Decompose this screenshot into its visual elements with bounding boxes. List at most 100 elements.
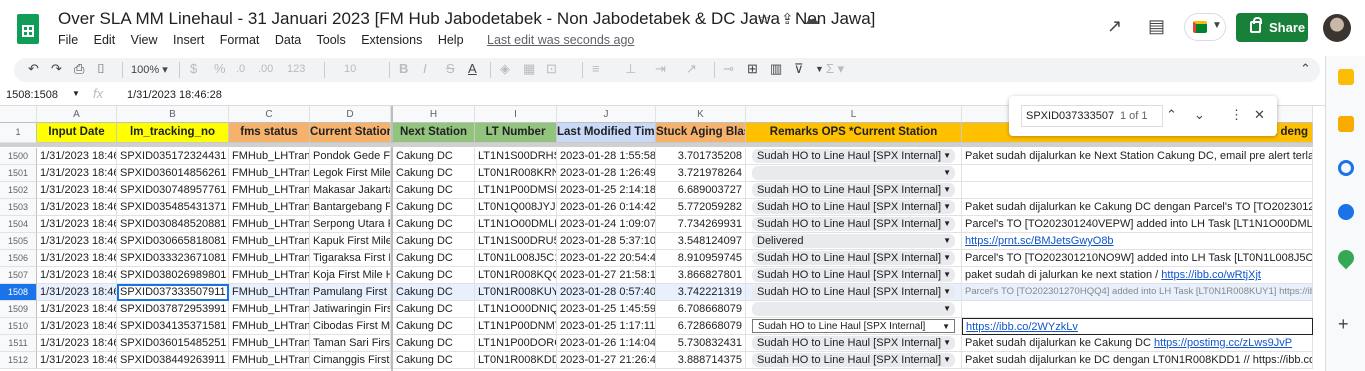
cell[interactable]: FMHub_LHTrans [229, 284, 310, 301]
cell[interactable]: 5.772059282 [656, 199, 746, 216]
cell[interactable]: Makasar Jakarta [310, 182, 391, 199]
cell[interactable]: LT0N1R008KRN [475, 165, 557, 182]
cell[interactable]: 1/31/2023 18:46 [37, 335, 117, 352]
cell[interactable]: 1/31/2023 18:46 [37, 301, 117, 318]
cell[interactable]: Cakung DC [393, 301, 475, 318]
row-header[interactable]: 1507 [0, 267, 37, 284]
font-size-select[interactable]: 10 [344, 63, 356, 75]
move-icon[interactable]: ⇪ [781, 10, 794, 28]
notes-text[interactable]: https://ibb.co/2WYzkLv [966, 321, 1078, 333]
print-icon[interactable]: ⎙ [74, 61, 84, 77]
menu-edit[interactable]: Edit [94, 33, 116, 47]
status-chip[interactable]: Delivered ▼ [752, 234, 955, 248]
cell[interactable]: 1/31/2023 18:46 [37, 165, 117, 182]
header-cell[interactable]: Next Station [393, 123, 475, 143]
cell[interactable]: FMHub_LHTrans [229, 318, 310, 335]
cell[interactable]: Cakung DC [393, 318, 475, 335]
remarks-dropdown-cell[interactable]: Sudah HO to Line Haul [SPX Internal] ▼ [746, 318, 962, 335]
remarks-dropdown-cell[interactable]: Sudah HO to Line Haul [SPX Internal] ▼ [746, 335, 962, 352]
cell[interactable]: LT1N1O00DNIQ [475, 301, 557, 318]
notes-cell[interactable]: Parcel's TO [TO202301270HQQ4] added into… [962, 284, 1313, 301]
cell[interactable]: Pondok Gede Fi [310, 148, 391, 165]
cell[interactable]: FMHub_LHTrans [229, 165, 310, 182]
header-cell[interactable]: Stuck Aging Blast [656, 123, 746, 143]
cell[interactable]: 6.708668079 [656, 301, 746, 318]
cell[interactable]: 2023-01-28 0:57:40 [557, 284, 656, 301]
header-cell[interactable]: LT Number [475, 123, 557, 143]
notes-cell[interactable]: Paket sudah dijalurkan ke DC dengan LT0N… [962, 352, 1313, 369]
cell[interactable]: 2023-01-28 5:37:10 [557, 233, 656, 250]
cell[interactable]: 3.742221319 [656, 284, 746, 301]
notes-cell[interactable]: https://prnt.sc/BMJetsGwyO8b [962, 233, 1313, 250]
menu-file[interactable]: File [58, 33, 78, 47]
remarks-dropdown-cell[interactable]: Sudah HO to Line Haul [SPX Internal] ▼ [746, 216, 962, 233]
avatar[interactable] [1323, 14, 1351, 42]
zoom-select[interactable]: 100% ▾ [131, 63, 168, 76]
row-header[interactable]: 1502 [0, 182, 37, 199]
document-title[interactable]: Over SLA MM Linehaul - 31 Januari 2023 [… [58, 9, 875, 29]
cell[interactable]: 3.721978264 [656, 165, 746, 182]
cell[interactable]: 2023-01-26 0:14:42 [557, 199, 656, 216]
row-header[interactable]: 1508 [0, 284, 37, 301]
menu-insert[interactable]: Insert [173, 33, 204, 47]
menu-help[interactable]: Help [438, 33, 464, 47]
cell[interactable]: FMHub_LHTrans [229, 301, 310, 318]
cell[interactable]: LT1N1P00DORC [475, 335, 557, 352]
add-addon-icon[interactable]: + [1338, 314, 1349, 335]
status-chip[interactable]: Sudah HO to Line Haul [SPX Internal] ▼ [752, 200, 955, 214]
row-header[interactable]: 1504 [0, 216, 37, 233]
vertical-align-icon[interactable]: ⊥ [625, 61, 636, 77]
last-edit-link[interactable]: Last edit was seconds ago [487, 33, 634, 47]
cell[interactable]: FMHub_LHTrans [229, 233, 310, 250]
menu-data[interactable]: Data [275, 33, 301, 47]
paint-format-icon[interactable]: ⌷ [97, 61, 105, 77]
contacts-icon[interactable] [1338, 204, 1354, 220]
cell[interactable]: FMHub_LHTrans [229, 216, 310, 233]
row-header[interactable]: 1505 [0, 233, 37, 250]
cell[interactable]: Koja First Mile H [310, 267, 391, 284]
insert-link-icon[interactable]: ⊸ [723, 61, 734, 77]
header-cell[interactable]: Input Date [37, 123, 117, 143]
row-header[interactable]: 1501 [0, 165, 37, 182]
cell[interactable]: 5.730832431 [656, 335, 746, 352]
cell[interactable]: 3.866827801 [656, 267, 746, 284]
tasks-icon[interactable] [1338, 160, 1354, 176]
notes-link[interactable]: https://postimg.cc/zLws9JvP [1154, 337, 1292, 349]
remarks-dropdown-cell[interactable]: Delivered ▼ [746, 233, 962, 250]
cell[interactable]: Cimanggis First [310, 352, 391, 369]
header-cell[interactable]: lm_tracking_no [117, 123, 229, 143]
cell[interactable]: 3.888714375 [656, 352, 746, 369]
row-header[interactable]: 1506 [0, 250, 37, 267]
cell[interactable]: SPXID036014856261 [117, 165, 229, 182]
collapse-toolbar-icon[interactable]: ⌃ [1300, 61, 1311, 77]
cell[interactable]: SPXID035485431371 [117, 199, 229, 216]
cell[interactable]: LT0N1R008KUY [475, 284, 557, 301]
row-header[interactable]: 1509 [0, 301, 37, 318]
remarks-dropdown-cell[interactable]: ▼ [746, 301, 962, 318]
find-next-icon[interactable]: ⌄ [1194, 107, 1205, 123]
column-header-k[interactable]: K [656, 106, 746, 123]
cell[interactable]: SPXID030748957761 [117, 182, 229, 199]
cell[interactable]: 2023-01-25 1:45:59 [557, 301, 656, 318]
close-icon[interactable]: ✕ [1254, 107, 1265, 123]
cell[interactable]: Cakung DC [393, 352, 475, 369]
cell[interactable]: 3.701735208 [656, 148, 746, 165]
bold-button[interactable]: B [399, 61, 408, 76]
remarks-dropdown-cell[interactable]: Sudah HO to Line Haul [SPX Internal] ▼ [746, 352, 962, 369]
cell[interactable]: 2023-01-24 1:09:07 [557, 216, 656, 233]
status-chip[interactable]: Sudah HO to Line Haul [SPX Internal] ▼ [752, 183, 955, 197]
cell[interactable]: LT0N1R008KDD [475, 352, 557, 369]
row-header[interactable]: 1503 [0, 199, 37, 216]
cell[interactable]: FMHub_LHTrans [229, 250, 310, 267]
horizontal-align-icon[interactable]: ≡ [592, 61, 600, 76]
decrease-decimal-button[interactable]: .0 [236, 63, 245, 75]
cell[interactable]: LT0N1L008J5C1 [475, 250, 557, 267]
cell[interactable]: FMHub_LHTrans [229, 335, 310, 352]
cell[interactable]: LT1N1S00DRU5 [475, 233, 557, 250]
status-chip[interactable]: Sudah HO to Line Haul [SPX Internal] ▼ [752, 251, 955, 265]
status-chip[interactable]: ▼ [752, 166, 955, 180]
cell[interactable]: 1/31/2023 18:46 [37, 250, 117, 267]
cell[interactable]: Cakung DC [393, 148, 475, 165]
frozen-row-divider[interactable] [0, 143, 1313, 147]
cell[interactable]: 2023-01-22 20:54:41 [557, 250, 656, 267]
